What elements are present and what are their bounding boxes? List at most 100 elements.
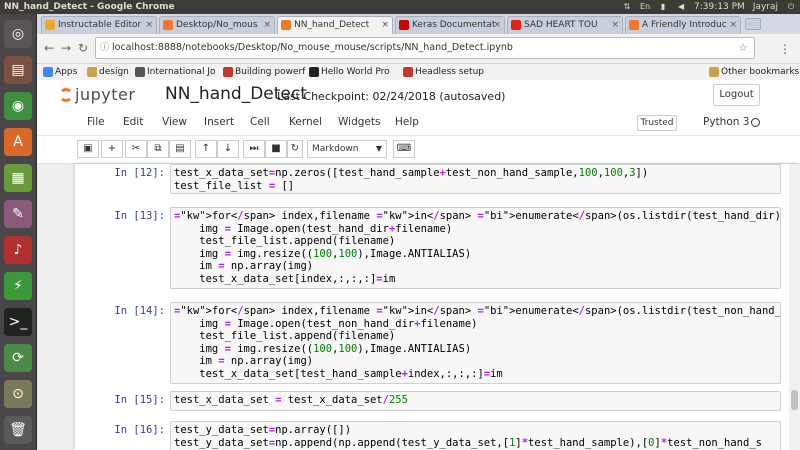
bookmark-design[interactable]: design — [87, 64, 129, 80]
chrome-menu-icon[interactable]: ⋮ — [779, 42, 791, 56]
jupyter-logo-icon — [59, 88, 73, 102]
scrollbar-thumb[interactable] — [791, 390, 798, 410]
move-down-icon[interactable]: ↓ — [217, 140, 239, 158]
tab-friendly-intro[interactable]: A Friendly Introduc × — [625, 16, 741, 34]
reload-icon[interactable]: ↻ — [75, 40, 91, 56]
code-line: test_y_data_set=np.array([]) — [174, 424, 352, 436]
new-tab-button[interactable] — [745, 18, 761, 30]
trash-icon[interactable]: 🗑 — [4, 416, 32, 444]
software-center-icon[interactable]: A — [4, 128, 32, 156]
menu-cell[interactable]: Cell — [250, 116, 270, 128]
tab-sad-heart[interactable]: SAD HEART TOU × — [507, 16, 623, 34]
close-icon[interactable]: × — [263, 17, 271, 33]
jupyter-logo[interactable]: jupyter — [59, 85, 135, 104]
menu-file[interactable]: File — [87, 116, 105, 128]
command-palette-icon[interactable]: ⌨ — [393, 140, 415, 158]
cut-icon[interactable]: ✂ — [125, 140, 147, 158]
cell-prompt: In [13]: — [114, 210, 165, 222]
close-icon[interactable]: × — [493, 17, 501, 33]
clock[interactable]: 7:39:13 PM — [694, 0, 745, 14]
tab-strip: Instructable Editor × Desktop/No_mous × … — [37, 14, 800, 34]
menu-edit[interactable]: Edit — [123, 116, 143, 128]
tab-desktop[interactable]: Desktop/No_mous × — [159, 16, 275, 34]
volume-icon[interactable]: ◀ — [676, 2, 686, 12]
kernel-name: Python 3 — [703, 116, 750, 128]
save-icon[interactable]: ▣ — [77, 140, 99, 158]
page-icon — [223, 67, 233, 77]
bookmark-building[interactable]: Building powerf — [223, 64, 305, 80]
move-up-icon[interactable]: ↑ — [195, 140, 217, 158]
pycharm-icon[interactable]: ⚡ — [4, 272, 32, 300]
menu-widgets[interactable]: Widgets — [338, 116, 380, 128]
instructables-icon — [45, 20, 55, 30]
url-text: localhost:8888/notebooks/Desktop/No_mous… — [112, 42, 513, 53]
code-cell[interactable]: In [14]: ="kw">for</span> index,filename… — [75, 299, 797, 385]
restart-icon[interactable]: ↻ — [287, 140, 303, 158]
code-input[interactable]: test_y_data_set=np.array([]) test_y_data… — [170, 421, 781, 450]
code-line: img = img.resize((100,100),Image.ANTIALI… — [174, 247, 472, 260]
battery-icon[interactable]: ▮ — [658, 2, 668, 12]
logout-button[interactable]: Logout — [713, 84, 760, 106]
power-icon[interactable]: ⏻ — [786, 2, 796, 12]
code-cell[interactable]: In [13]: ="kw">for</span> index,filename… — [75, 204, 797, 290]
terminal-icon[interactable]: >_ — [4, 308, 32, 336]
cell-prompt: In [14]: — [114, 305, 165, 317]
address-bar[interactable]: ⓘ localhost:8888/notebooks/Desktop/No_mo… — [95, 37, 755, 59]
tab-nn-hand-detect[interactable]: NN_hand_Detect × — [277, 16, 393, 34]
forward-icon[interactable]: → — [58, 40, 74, 56]
image-viewer-icon[interactable]: ⊙ — [4, 380, 32, 408]
files-icon[interactable]: ▤ — [4, 56, 32, 84]
menu-insert[interactable]: Insert — [204, 116, 234, 128]
code-line: img = img.resize((100,100),Image.ANTIALI… — [174, 342, 472, 355]
code-input[interactable]: ="kw">for</span> index,filename ="kw">in… — [170, 302, 781, 384]
code-cell[interactable]: In [16]: test_y_data_set=np.array([]) te… — [75, 418, 797, 450]
user-name[interactable]: Jayraj — [753, 0, 778, 14]
bookmark-star-icon[interactable]: ☆ — [738, 38, 748, 58]
back-icon[interactable]: ← — [41, 40, 57, 56]
window-title: NN_hand_Detect - Google Chrome — [4, 2, 175, 12]
info-icon[interactable]: ⓘ — [100, 38, 109, 58]
tab-label: NN_hand_Detect — [294, 20, 370, 30]
menu-help[interactable]: Help — [395, 116, 419, 128]
keyboard-icon[interactable]: En — [640, 2, 650, 12]
code-input[interactable]: ="kw">for</span> index,filename ="kw">in… — [170, 207, 781, 289]
audio-icon[interactable]: ♪ — [4, 236, 32, 264]
paste-icon[interactable]: ▤ — [169, 140, 191, 158]
add-cell-icon[interactable]: + — [101, 140, 123, 158]
tab-instructable-editor[interactable]: Instructable Editor × — [41, 16, 157, 34]
bookmark-hello-world[interactable]: Hello World Pro — [309, 64, 390, 80]
spreadsheet-icon[interactable]: ▦ — [4, 164, 32, 192]
bookmark-other[interactable]: Other bookmarks — [709, 64, 799, 80]
code-input[interactable]: test_x_data_set=np.zeros([test_hand_samp… — [170, 164, 781, 194]
network-icon[interactable]: ⇅ — [622, 2, 632, 12]
dash-home-icon[interactable]: ◎ — [4, 20, 32, 48]
text-editor-icon[interactable]: ✎ — [4, 200, 32, 228]
code-input[interactable]: test_x_data_set = test_x_data_set/255 — [170, 391, 781, 411]
cell-type-select[interactable]: Markdown ▼ — [307, 140, 387, 158]
code-cell[interactable]: In [12]: test_x_data_set=np.zeros([test_… — [75, 164, 797, 196]
close-icon[interactable]: × — [145, 17, 153, 33]
code-line: ="kw">for</span> index,filename ="kw">in… — [174, 305, 781, 317]
bookmark-international[interactable]: International Jo — [135, 64, 215, 80]
tab-label: A Friendly Introduc — [642, 20, 727, 30]
run-icon[interactable]: ⏭ — [243, 140, 265, 158]
close-icon[interactable]: × — [381, 17, 389, 33]
menu-view[interactable]: View — [162, 116, 187, 128]
cell-type-value: Markdown — [312, 144, 359, 154]
settings-icon[interactable]: ⟳ — [4, 344, 32, 372]
copy-icon[interactable]: ⧉ — [147, 140, 169, 158]
jupyter-icon — [163, 20, 173, 30]
page-scrollbar[interactable] — [789, 164, 800, 450]
bookmark-headless[interactable]: Headless setup — [403, 64, 484, 80]
tab-label: Instructable Editor — [58, 20, 142, 30]
cell-prompt: In [16]: — [114, 424, 165, 436]
trusted-badge[interactable]: Trusted — [637, 115, 677, 131]
menu-kernel[interactable]: Kernel — [289, 116, 322, 128]
stop-icon[interactable]: ■ — [265, 140, 287, 158]
chrome-icon[interactable]: ◉ — [4, 92, 32, 120]
tab-keras-documentation[interactable]: Keras Documentat × — [395, 16, 505, 34]
close-icon[interactable]: × — [611, 17, 619, 33]
code-cell[interactable]: In [15]: test_x_data_set = test_x_data_s… — [75, 388, 797, 414]
close-icon[interactable]: × — [729, 17, 737, 33]
bookmark-apps[interactable]: Apps — [43, 64, 77, 80]
